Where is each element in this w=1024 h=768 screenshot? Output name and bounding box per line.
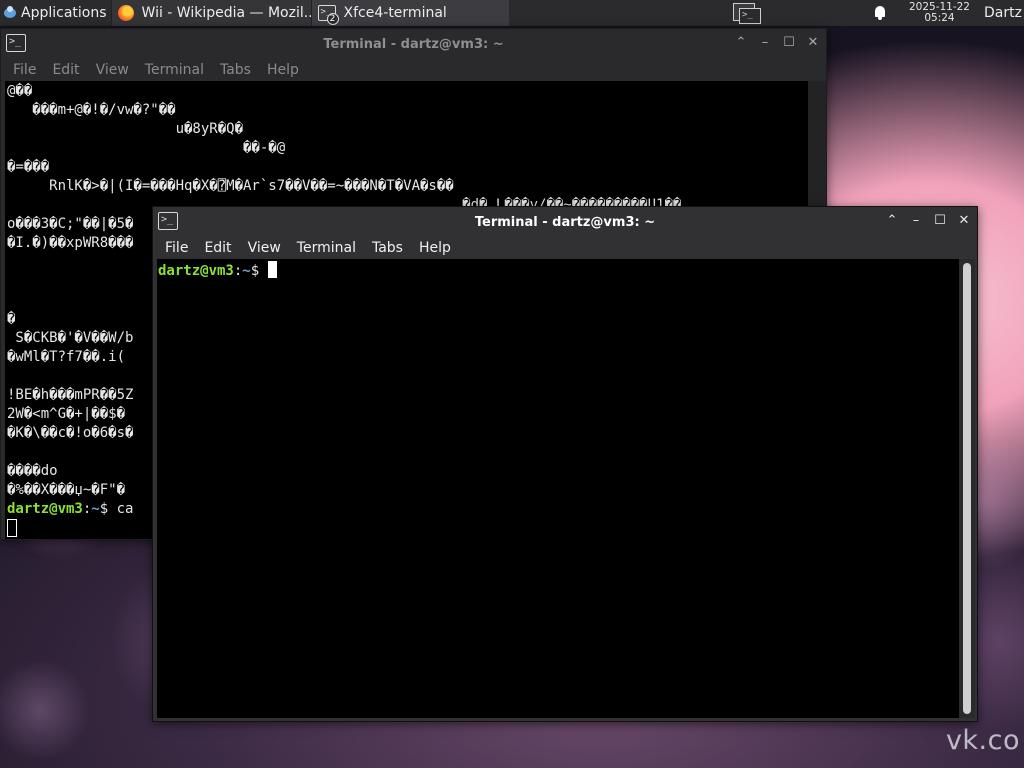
firefox-icon — [117, 5, 134, 21]
workspace-switcher-icon[interactable]: >_ — [731, 1, 761, 25]
output-line: �=��� — [7, 159, 50, 175]
shade-up-icon[interactable]: ⌃ — [885, 214, 899, 228]
maximize-icon[interactable]: ☐ — [782, 36, 796, 50]
prompt-path: ~ — [91, 501, 100, 517]
taskbar-item-terminal[interactable]: >_ 2 Xfce4-terminal — [310, 0, 509, 26]
scrollbar-thumb[interactable] — [963, 263, 971, 714]
prompt-path: ~ — [242, 263, 251, 279]
menu-terminal[interactable]: Terminal — [137, 62, 212, 78]
prompt-user: dartz@vm3 — [158, 263, 234, 279]
menu-file[interactable]: File — [157, 240, 196, 256]
close-icon[interactable]: ✕ — [957, 214, 971, 228]
menu-tabs[interactable]: Tabs — [212, 62, 259, 78]
menu-view[interactable]: View — [240, 240, 289, 256]
typed-command: ca — [116, 501, 134, 517]
menu-edit[interactable]: Edit — [196, 240, 239, 256]
window-count-badge: 2 — [326, 13, 339, 25]
notification-bell-icon[interactable] — [873, 5, 887, 21]
terminal-cursor — [7, 519, 17, 537]
close-icon[interactable]: ✕ — [806, 36, 820, 50]
terminal-icon: >_ 2 — [317, 5, 339, 25]
taskbar-item-firefox[interactable]: Wii - Wikipedia — Mozil... — [110, 0, 311, 26]
menubar: File Edit View Terminal Tabs Help — [1, 59, 826, 81]
scrollbar[interactable] — [959, 259, 975, 718]
terminal-cursor — [267, 261, 277, 278]
applications-menu-button[interactable]: Applications — [0, 0, 111, 26]
terminal-window-front[interactable]: >_ Terminal - dartz@vm3: ~ ⌃ – ☐ ✕ File … — [152, 206, 978, 722]
menu-file[interactable]: File — [5, 62, 44, 78]
menu-edit[interactable]: Edit — [44, 62, 87, 78]
menu-tabs[interactable]: Tabs — [364, 240, 411, 256]
window-title: Terminal - dartz@vm3: ~ — [323, 36, 504, 52]
window-title: Terminal - dartz@vm3: ~ — [474, 214, 656, 230]
applications-label: Applications — [21, 5, 107, 21]
clock-time: 05:24 — [924, 12, 955, 24]
watermark: vk.co — [945, 725, 1020, 756]
menu-terminal[interactable]: Terminal — [289, 240, 364, 256]
prompt-line: dartz@vm3:~$ — [158, 261, 958, 281]
top-panel: Applications Wii - Wikipedia — Mozil... … — [0, 0, 1024, 26]
xfce-logo-icon — [2, 5, 18, 21]
user-menu[interactable]: Dartz — [984, 5, 1024, 21]
terminal-output[interactable]: dartz@vm3:~$ — [157, 259, 959, 718]
taskbar-item-label: Wii - Wikipedia — Mozil... — [141, 5, 311, 21]
menu-view[interactable]: View — [88, 62, 137, 78]
output-line: ��-�@ — [7, 140, 286, 156]
window-titlebar[interactable]: >_ Terminal - dartz@vm3: ~ ⌃ – ☐ ✕ — [1, 29, 826, 59]
taskbar-item-label: Xfce4-terminal — [343, 5, 447, 21]
menubar: File Edit View Terminal Tabs Help — [153, 237, 977, 259]
output-line: @�� — [7, 83, 33, 99]
minimize-icon[interactable]: – — [758, 36, 772, 50]
output-line: ���m+@�!�/vw�?"�� — [7, 102, 176, 118]
maximize-icon[interactable]: ☐ — [933, 214, 947, 228]
menu-help[interactable]: Help — [259, 62, 307, 78]
window-titlebar[interactable]: >_ Terminal - dartz@vm3: ~ ⌃ – ☐ ✕ — [153, 207, 977, 237]
prompt-symbol: $ — [250, 263, 268, 279]
menu-help[interactable]: Help — [411, 240, 459, 256]
shade-up-icon[interactable]: ⌃ — [734, 36, 748, 50]
prompt-symbol: $ — [99, 501, 117, 517]
output-line: RnlK�>�|(I�=���Hq�X�⍰M�Ar`s7��V��=~���N�… — [7, 178, 454, 194]
prompt-user: dartz@vm3 — [7, 501, 83, 517]
clock[interactable]: 2025-11-22 05:24 — [909, 2, 970, 24]
minimize-icon[interactable]: – — [909, 214, 923, 228]
output-line: u�8yR�Q� — [7, 121, 244, 137]
